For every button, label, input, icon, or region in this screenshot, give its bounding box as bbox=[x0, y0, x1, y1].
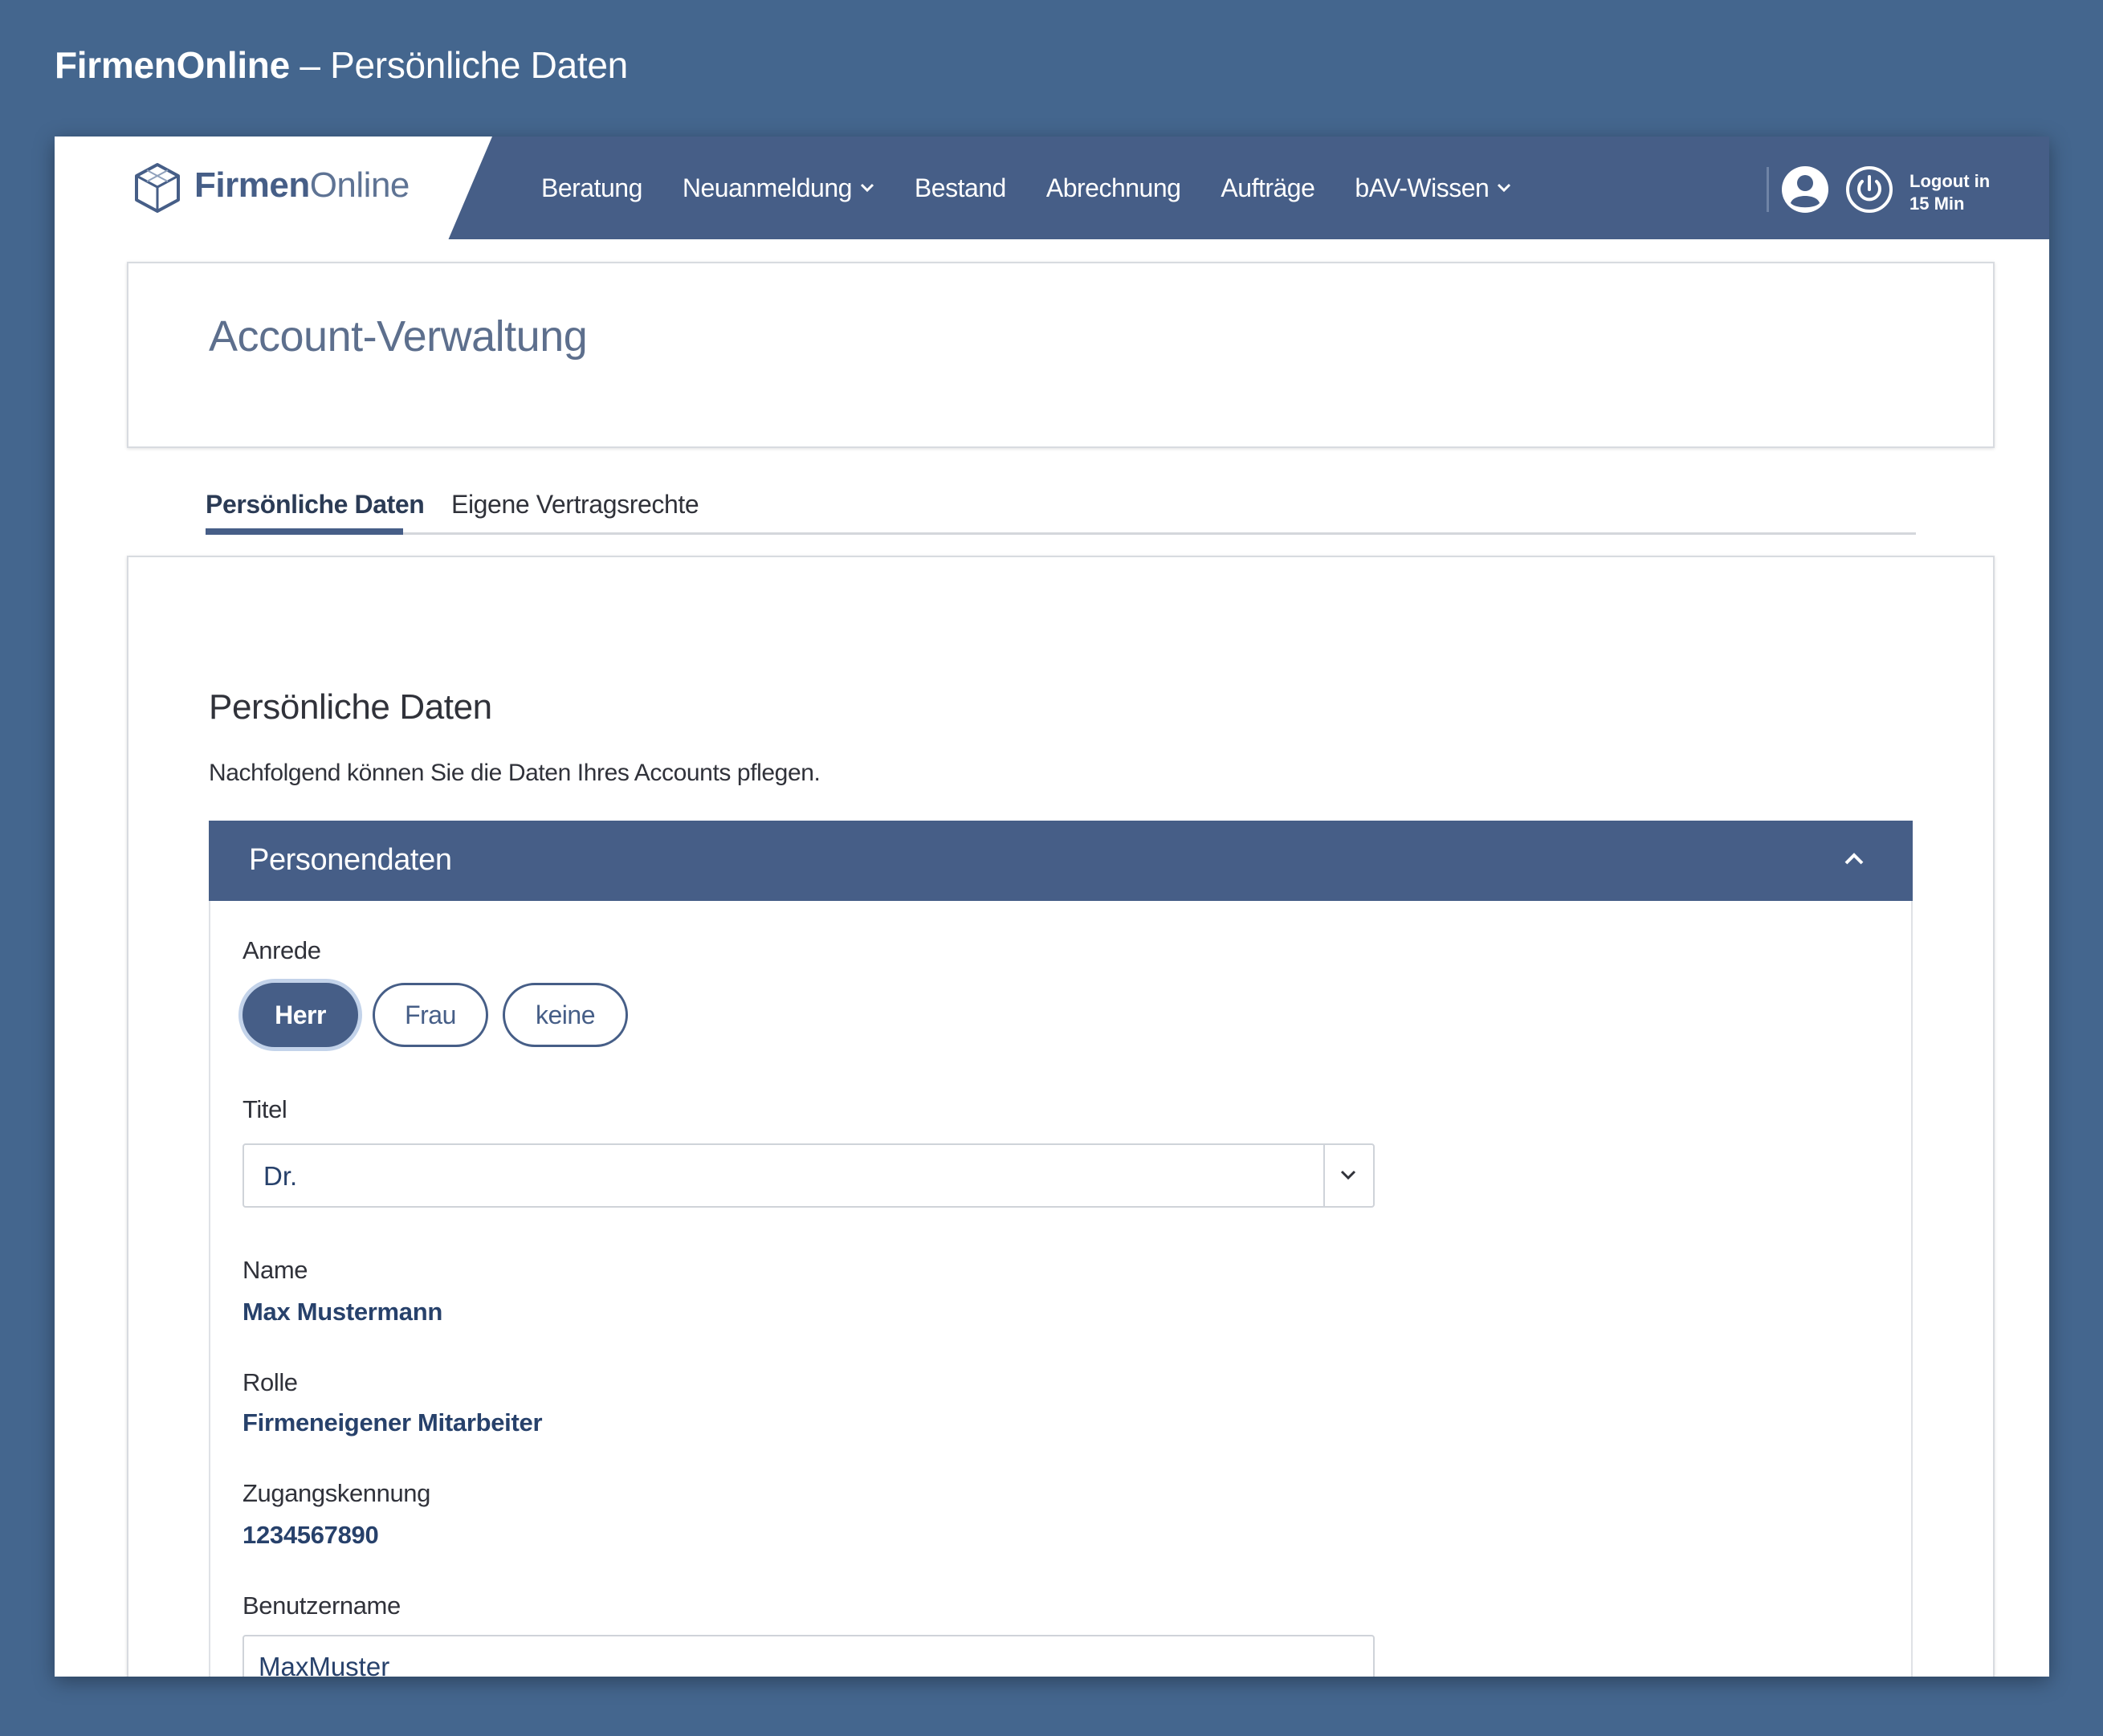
tab-persoenliche-daten[interactable]: Persönliche Daten bbox=[206, 490, 425, 520]
anrede-radio-group: Herr Frau keine bbox=[242, 983, 628, 1047]
titel-select[interactable]: Dr. bbox=[242, 1143, 1375, 1208]
chevron-down-icon bbox=[1498, 183, 1511, 193]
anrede-label: Anrede bbox=[242, 936, 321, 964]
chevron-down-icon bbox=[860, 183, 874, 193]
name-value: Max Mustermann bbox=[242, 1298, 443, 1326]
logo-text: FirmenOnline bbox=[194, 165, 410, 206]
nav-item-bav-wissen[interactable]: bAV-Wissen bbox=[1355, 173, 1511, 203]
tab-eigene-vertragsrechte[interactable]: Eigene Vertragsrechte bbox=[451, 490, 699, 520]
anrede-option-keine[interactable]: keine bbox=[503, 983, 628, 1047]
rolle-label: Rolle bbox=[242, 1368, 298, 1396]
account-header-card: Account-Verwaltung bbox=[127, 262, 1995, 448]
tab-bar: Persönliche Daten Eigene Vertragsrechte bbox=[206, 483, 1916, 535]
zugangskennung-value: 1234567890 bbox=[242, 1521, 379, 1549]
nav-item-label: Neuanmeldung bbox=[682, 173, 853, 202]
anrede-option-frau[interactable]: Frau bbox=[373, 983, 488, 1047]
page-heading-brand: FirmenOnline bbox=[55, 44, 290, 86]
app-window: FirmenOnline Beratung Neuanmeldung Besta… bbox=[55, 137, 2049, 1677]
panel-header[interactable]: Personendaten bbox=[209, 821, 1913, 901]
anrede-option-herr[interactable]: Herr bbox=[242, 983, 358, 1047]
name-label: Name bbox=[242, 1256, 308, 1284]
cube-logo-icon bbox=[135, 163, 180, 213]
nav-divider bbox=[1767, 167, 1769, 212]
nav-item-label: Aufträge bbox=[1221, 173, 1315, 202]
main-nav: Beratung Neuanmeldung Bestand Abrechnung… bbox=[541, 137, 1511, 239]
logout-timer-line2: 15 Min bbox=[1909, 194, 1965, 214]
nav-item-bestand[interactable]: Bestand bbox=[915, 173, 1006, 203]
nav-item-abrechnung[interactable]: Abrechnung bbox=[1046, 173, 1181, 203]
personendaten-panel: Personendaten Anrede Herr Frau keine Tit… bbox=[209, 821, 1913, 1677]
section-title: Persönliche Daten bbox=[209, 687, 492, 727]
nav-item-label: Bestand bbox=[914, 173, 1006, 202]
logo-text-bold: Firmen bbox=[194, 165, 310, 205]
user-icon[interactable] bbox=[1781, 165, 1829, 214]
account-title: Account-Verwaltung bbox=[209, 312, 588, 361]
benutzername-input[interactable] bbox=[242, 1635, 1375, 1677]
zugangskennung-label: Zugangskennung bbox=[242, 1479, 430, 1507]
rolle-value: Firmeneigener Mitarbeiter bbox=[242, 1408, 543, 1436]
nav-item-beratung[interactable]: Beratung bbox=[541, 173, 642, 203]
page-heading: FirmenOnline – Persönliche Daten bbox=[55, 43, 628, 87]
top-navbar: FirmenOnline Beratung Neuanmeldung Besta… bbox=[55, 137, 2049, 239]
logo-text-light: Online bbox=[309, 165, 410, 205]
nav-item-neuanmeldung[interactable]: Neuanmeldung bbox=[683, 173, 874, 203]
page-heading-rest: – Persönliche Daten bbox=[289, 44, 628, 86]
nav-item-label: Abrechnung bbox=[1045, 173, 1181, 202]
chevron-up-icon[interactable] bbox=[1844, 851, 1865, 866]
titel-label: Titel bbox=[242, 1095, 287, 1123]
content-card: Persönliche Daten Nachfolgend können Sie… bbox=[127, 556, 1995, 1677]
logo-area[interactable]: FirmenOnline bbox=[55, 137, 492, 239]
select-divider bbox=[1323, 1145, 1325, 1206]
nav-item-auftraege[interactable]: Aufträge bbox=[1221, 173, 1314, 203]
active-tab-indicator bbox=[206, 528, 403, 535]
logout-timer-line1: Logout in bbox=[1909, 171, 1991, 191]
titel-select-value: Dr. bbox=[263, 1161, 298, 1191]
nav-item-label: bAV-Wissen bbox=[1355, 173, 1490, 202]
panel-title: Personendaten bbox=[249, 843, 452, 877]
logout-timer[interactable]: Logout in 15 Min bbox=[1909, 170, 2022, 215]
section-description: Nachfolgend können Sie die Daten Ihres A… bbox=[209, 760, 821, 786]
benutzername-label: Benutzername bbox=[242, 1591, 401, 1620]
chevron-down-icon bbox=[1340, 1170, 1356, 1180]
nav-item-label: Beratung bbox=[541, 173, 642, 202]
power-icon[interactable] bbox=[1845, 165, 1893, 214]
